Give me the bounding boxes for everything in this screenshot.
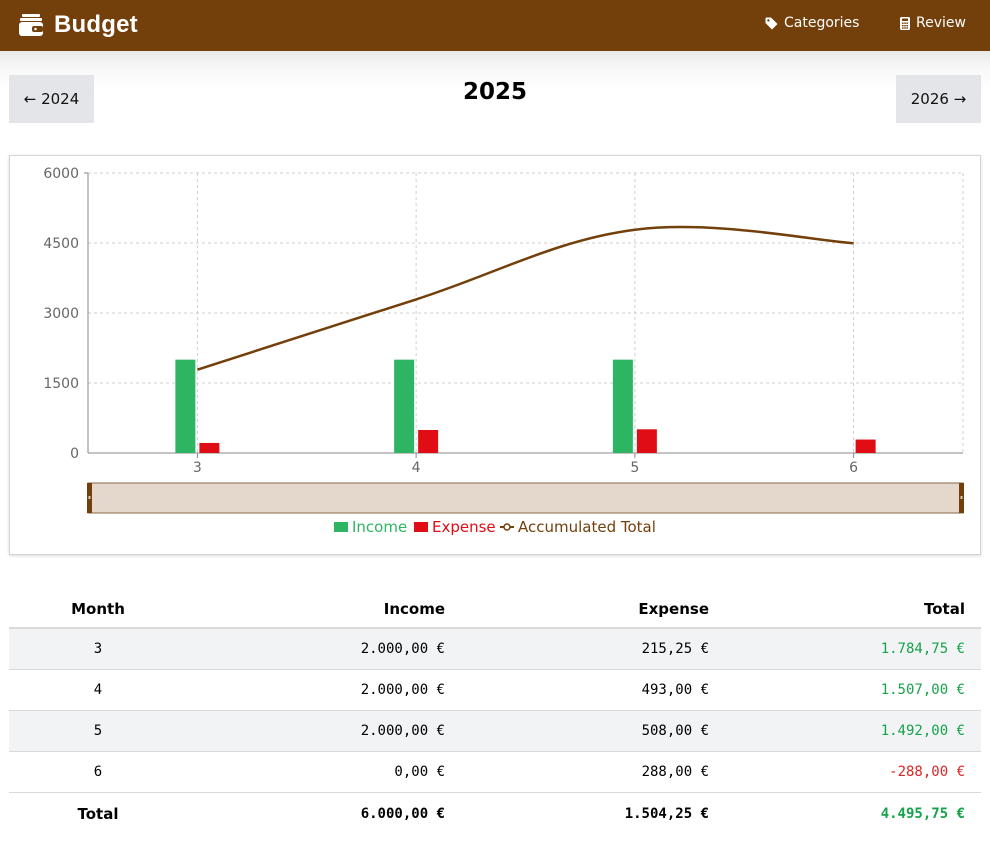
- calculator-icon: [900, 16, 910, 30]
- zoom-grip-right: [960, 496, 963, 499]
- x-tick-label: 6: [849, 460, 858, 476]
- row-expense: 493,00 €: [445, 669, 709, 711]
- header-expense: Expense: [445, 590, 709, 629]
- header-income: Income: [187, 590, 445, 629]
- y-tick-label: 1500: [43, 376, 79, 392]
- footer-label: Total: [9, 791, 187, 836]
- x-tick-label: 3: [193, 460, 202, 476]
- y-tick-label: 0: [70, 446, 79, 462]
- y-tick-label: 4500: [43, 236, 79, 252]
- y-tick-label: 3000: [43, 306, 79, 322]
- brand-link[interactable]: Budget: [19, 10, 138, 40]
- row-income: 2.000,00 €: [187, 628, 445, 670]
- footer-expense: 1.504,25 €: [445, 791, 709, 836]
- row-total: 1.492,00 €: [709, 710, 981, 752]
- wallet-icon: [19, 14, 43, 36]
- x-tick-label: 5: [630, 460, 639, 476]
- row-total: 1.507,00 €: [709, 669, 981, 711]
- row-total: -288,00 €: [709, 751, 981, 793]
- income-bar: [612, 359, 633, 453]
- zoom-slider-track: [87, 482, 964, 514]
- table-footer-row: Total 6.000,00 € 1.504,25 € 4.495,75 €: [9, 791, 981, 836]
- footer-income: 6.000,00 €: [187, 791, 445, 836]
- top-navbar: Budget Categories Review: [0, 0, 990, 51]
- y-tick-label: 6000: [43, 166, 79, 182]
- row-month: 3: [9, 628, 187, 670]
- legend-label: Accumulated Total: [518, 518, 656, 536]
- row-expense: 508,00 €: [445, 710, 709, 752]
- header-month: Month: [9, 590, 187, 629]
- x-tick-label: 4: [412, 460, 421, 476]
- row-income: 0,00 €: [187, 751, 445, 793]
- table-row: 6 0,00 € 288,00 € -288,00 €: [9, 751, 981, 793]
- table-row: 3 2.000,00 € 215,25 € 1.784,75 €: [9, 628, 981, 670]
- legend-marker: [503, 523, 511, 531]
- table-header-row: Month Income Expense Total: [9, 590, 981, 629]
- monthly-budget-chart: 0 1500 3000 4500 6000 3 4 5 6 Income Expense Accumu…: [43, 166, 964, 536]
- expense-bar: [855, 439, 876, 453]
- table-row: 5 2.000,00 € 508,00 € 1.492,00 €: [9, 710, 981, 752]
- row-expense: 288,00 €: [445, 751, 709, 793]
- row-income: 2.000,00 €: [187, 710, 445, 752]
- income-bar: [175, 359, 196, 453]
- income-bar: [394, 359, 415, 453]
- legend-swatch: [334, 522, 348, 532]
- table-row: 4 2.000,00 € 493,00 € 1.507,00 €: [9, 669, 981, 711]
- nav-review-label: Review: [916, 15, 966, 31]
- row-month: 5: [9, 710, 187, 752]
- zoom-grip-left: [88, 496, 91, 499]
- monthly-summary-table: Month Income Expense Total 3 2.000,00 € …: [9, 590, 981, 836]
- current-year-title: 2025: [462, 79, 527, 105]
- footer-total: 4.495,75 €: [709, 791, 981, 836]
- next-year-button[interactable]: 2026 →: [896, 75, 981, 123]
- legend-label: Expense: [432, 518, 496, 536]
- expense-bar: [199, 442, 220, 453]
- app-title: Budget: [54, 11, 138, 38]
- year-navigation: ← 2024 2025 2026 →: [0, 51, 990, 141]
- nav-categories[interactable]: Categories: [765, 15, 859, 31]
- chart-card: 0 1500 3000 4500 6000 3 4 5 6 Income Expense Accumu…: [9, 155, 981, 555]
- row-month: 4: [9, 669, 187, 711]
- tag-icon: [765, 17, 778, 29]
- expense-bar: [418, 429, 439, 453]
- previous-year-button[interactable]: ← 2024: [9, 75, 94, 123]
- nav-review[interactable]: Review: [900, 15, 966, 31]
- expense-bar: [636, 429, 657, 453]
- legend-swatch: [414, 522, 428, 532]
- legend-label: Income: [352, 518, 407, 536]
- row-income: 2.000,00 €: [187, 669, 445, 711]
- row-total: 1.784,75 €: [709, 628, 981, 670]
- row-expense: 215,25 €: [445, 628, 709, 670]
- accumulated-total-line: [196, 225, 854, 371]
- row-month: 6: [9, 751, 187, 793]
- header-total: Total: [709, 590, 981, 629]
- nav-categories-label: Categories: [784, 15, 860, 31]
